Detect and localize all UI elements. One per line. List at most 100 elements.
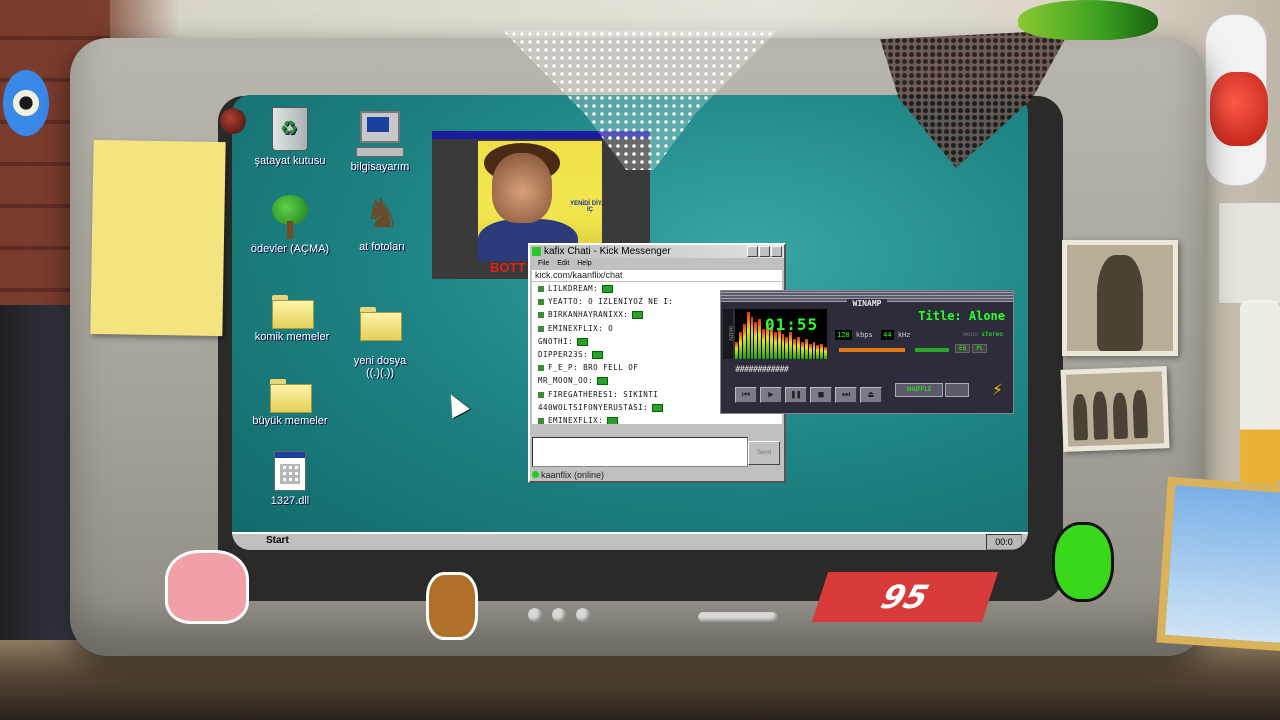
chat-message: EMINEXFLIX: <box>532 414 782 424</box>
emote-icon <box>577 337 589 346</box>
send-button[interactable]: Send <box>748 441 780 465</box>
winamp-sidebar[interactable]: OAIDV <box>723 309 733 359</box>
desktop-icon-label: yeni dosya ((.)(.)) <box>353 355 407 379</box>
kick-logo-icon <box>532 247 541 256</box>
desktop-icon-label: at fotoları <box>359 241 405 253</box>
chat-message-input[interactable] <box>532 437 748 467</box>
photo-soldiers <box>1060 366 1170 452</box>
song-title: Title: Alone <box>918 309 1005 323</box>
winamp-window[interactable]: WINAMP OAIDV 01:55 Title: Alone 128 kbps… <box>720 290 1014 414</box>
spectrum-bar <box>754 321 758 359</box>
tv-button[interactable] <box>552 608 566 622</box>
menu-file[interactable]: File <box>538 260 549 267</box>
tv-control-pill[interactable] <box>698 612 778 622</box>
video-person-face <box>492 153 552 223</box>
video-overlay-text: BOTT <box>490 260 526 275</box>
spectrum-bar <box>793 339 796 359</box>
tv-front-buttons <box>528 608 600 627</box>
spectrum-bar <box>781 334 785 359</box>
photo-figure <box>1132 389 1149 439</box>
badge-icon <box>538 417 544 424</box>
volume-slider[interactable] <box>839 348 905 352</box>
video-caption: YENİDİ DİYAR İÇ <box>570 201 602 213</box>
folder-icon <box>270 379 312 413</box>
spectrum-bar <box>789 331 793 359</box>
tv-button[interactable] <box>528 608 542 622</box>
shuffle-button[interactable]: SHUFFLE <box>895 383 943 397</box>
folder-icon <box>360 307 402 341</box>
spectrum-bar <box>800 341 804 359</box>
chat-url-bar[interactable]: kick.com/kaanflix/chat <box>532 270 782 281</box>
stop-icon[interactable]: ■ <box>810 387 832 403</box>
spectrum-bar <box>808 344 812 359</box>
menu-edit[interactable]: Edit <box>557 260 569 267</box>
playback-controls: ⏮ ▶ ❚❚ ■ ⏭ ⏏ <box>735 382 885 403</box>
maximize-button[interactable] <box>759 246 770 257</box>
taskbar: Start 00:0 <box>232 532 1028 550</box>
sticky-note <box>90 139 226 337</box>
desktop-icon-dll-file[interactable]: 1327.dll <box>242 451 338 507</box>
emote-icon <box>597 377 609 386</box>
emote-icon <box>652 403 664 412</box>
close-button[interactable] <box>771 246 782 257</box>
photo-man-portrait <box>1062 240 1178 356</box>
spectrum-bar <box>773 331 777 359</box>
desktop-icon-recycle-bin[interactable]: şatayat kutusu <box>242 107 338 167</box>
badge-icon <box>538 312 544 319</box>
winamp-titlebar[interactable]: WINAMP <box>721 291 1013 308</box>
desktop-icon-label: büyük memeler <box>252 415 328 427</box>
next-icon[interactable]: ⏭ <box>835 387 857 403</box>
emote-icon <box>592 350 604 359</box>
spectrum-bar <box>735 341 738 359</box>
menu-help[interactable]: Help <box>577 260 591 267</box>
balance-slider[interactable] <box>915 348 949 352</box>
messenger-titlebar[interactable]: kafix Chati - Kick Messenger <box>530 245 784 258</box>
previous-icon[interactable]: ⏮ <box>735 387 757 403</box>
minimize-button[interactable] <box>747 246 758 257</box>
tv-button[interactable] <box>576 608 590 622</box>
horse-icon: ♞ <box>364 192 400 236</box>
badge-icon <box>538 286 544 292</box>
desktop-icon-funny-memes[interactable]: komik memeler <box>244 295 340 343</box>
eject-icon[interactable]: ⏏ <box>860 387 882 403</box>
play-icon[interactable]: ▶ <box>760 387 782 403</box>
emote-icon <box>607 416 619 424</box>
desktop-icon-big-memes[interactable]: büyük memeler <box>242 379 338 427</box>
desktop-icon-new-folder[interactable]: yeni dosya ((.)(.)) <box>332 295 428 379</box>
pl-toggle[interactable]: PL <box>972 344 988 353</box>
photo-figure <box>1097 255 1143 351</box>
desktop-icon-homework[interactable]: ödevler (AÇMA) <box>242 195 338 255</box>
taskbar-clock: 00:0 <box>986 534 1022 550</box>
badge-icon <box>538 299 544 306</box>
desktop-icon-my-computer[interactable]: bilgisayarım <box>332 111 428 173</box>
spectrum-visualizer[interactable]: 01:55 <box>735 309 827 359</box>
desktop-icon-horse-photos[interactable]: ♞ at fotoları <box>334 191 430 253</box>
desktop-icon-label: komik memeler <box>254 331 330 343</box>
winamp-title: WINAMP <box>846 299 888 308</box>
red-plug <box>1210 72 1268 146</box>
seek-bar[interactable]: ############ <box>735 365 1003 375</box>
start-button[interactable]: Start <box>266 534 292 548</box>
badge-icon <box>538 365 544 372</box>
spectrum-bar <box>746 311 750 359</box>
eq-toggle[interactable]: EQ <box>955 344 971 353</box>
desktop-icon-label: şatayat kutusu <box>254 155 326 167</box>
bigfoot-sticker <box>426 572 478 640</box>
lightning-icon[interactable]: ⚡ <box>992 379 1003 400</box>
tree-icon <box>269 195 311 239</box>
desktop-icon-label: 1327.dll <box>270 495 310 507</box>
spectrum-bar <box>804 339 808 359</box>
dll-file-icon <box>274 451 306 491</box>
online-status-icon <box>532 471 539 478</box>
pause-icon[interactable]: ❚❚ <box>785 387 807 403</box>
parakeet <box>1018 0 1158 40</box>
messenger-title: kafix Chati - Kick Messenger <box>544 246 671 257</box>
spectrum-bar <box>816 345 820 359</box>
emote-icon <box>602 285 614 293</box>
framed-photo <box>1156 476 1280 654</box>
repeat-button[interactable] <box>945 383 969 397</box>
push-pin <box>220 108 246 134</box>
light-switch <box>1218 202 1280 304</box>
computer-icon <box>360 111 400 143</box>
spectrum-bar <box>797 336 800 359</box>
